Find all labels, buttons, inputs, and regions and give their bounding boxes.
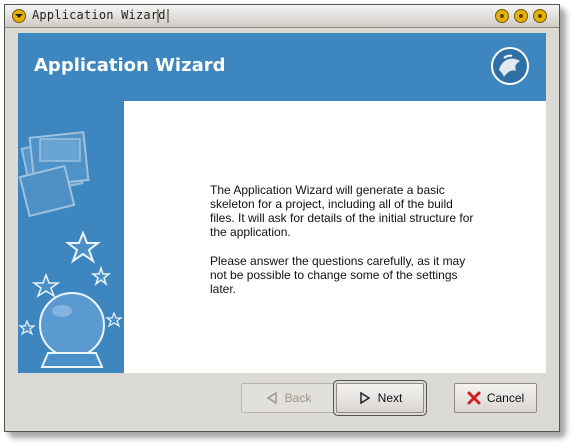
next-button[interactable]: Next [336, 383, 424, 413]
minimize-button[interactable] [495, 9, 509, 23]
title-bar[interactable]: Application Wizard [5, 5, 559, 28]
side-artwork [18, 101, 124, 373]
close-window-button[interactable] [533, 9, 547, 23]
left-arrow-icon [265, 391, 279, 405]
back-button-label: Back [284, 391, 312, 405]
title-grip [157, 9, 169, 23]
right-arrow-icon [358, 391, 372, 405]
back-button[interactable]: Back [241, 383, 335, 413]
window-title: Application Wizard [32, 8, 166, 22]
cancel-button[interactable]: Cancel [454, 383, 537, 413]
wizard-window: Application Wizard Application Wizard Th… [4, 4, 560, 432]
next-button-label: Next [377, 391, 403, 405]
header-banner: Application Wizard [18, 33, 546, 101]
window-menu-icon[interactable] [12, 9, 26, 23]
intro-paragraph: The Application Wizard will generate a b… [210, 183, 474, 239]
cancel-button-label: Cancel [486, 391, 525, 405]
maximize-button[interactable] [514, 9, 528, 23]
wizard-art-icon [18, 131, 123, 368]
wizard-content: The Application Wizard will generate a b… [124, 101, 546, 373]
gnome-foot-logo-icon [491, 47, 529, 85]
banner-title: Application Wizard [34, 55, 226, 76]
red-x-icon [467, 391, 481, 405]
warning-paragraph: Please answer the questions carefully, a… [210, 254, 466, 296]
